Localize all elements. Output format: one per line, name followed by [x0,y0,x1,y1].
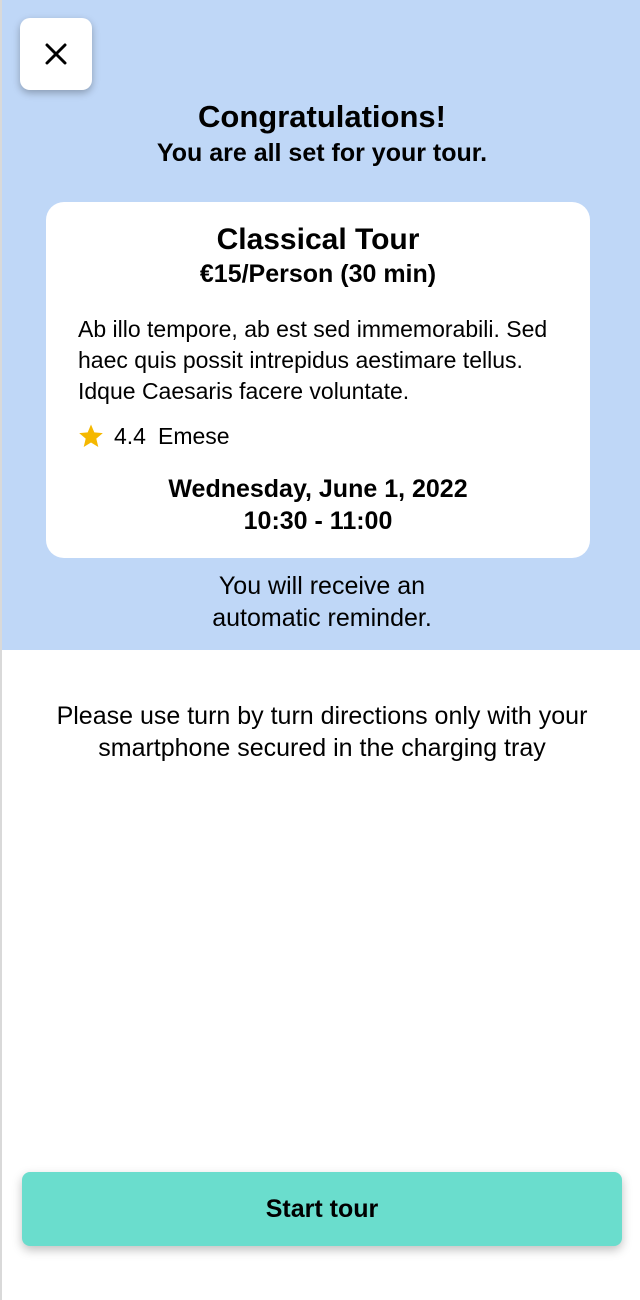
tour-price: €15/Person (30 min) [199,260,437,288]
start-tour-label: Start tour [265,1194,379,1223]
close-button[interactable] [20,18,92,90]
start-tour-button[interactable]: Start tour [22,1172,622,1246]
reminder-text: You will receive an automatic reminder. [212,572,432,632]
tour-description: Ab illo tempore, ab est sed immemorabili… [78,316,548,404]
rating-value: 4.4 [114,422,146,449]
tour-time: 10:30 - 11:00 [243,507,393,535]
directions-notice: Please use turn by turn directions only … [56,702,588,762]
confirmation-subtitle: You are all set for your tour. [156,139,488,167]
congratulations-title: Congratulations! [198,99,446,134]
close-icon [45,43,67,65]
booking-confirmation-screen: Congratulations! You are all set for you… [0,0,640,1300]
guide-name: Emese [157,422,230,449]
star-icon [79,424,103,447]
rating-row: 4.4 Emese [78,420,230,452]
tour-card: Classical Tour €15/Person (30 min) Ab il… [46,202,590,558]
confirmation-panel: Congratulations! You are all set for you… [2,0,640,650]
tour-name: Classical Tour [216,223,420,256]
tour-date: Wednesday, June 1, 2022 [168,475,468,503]
